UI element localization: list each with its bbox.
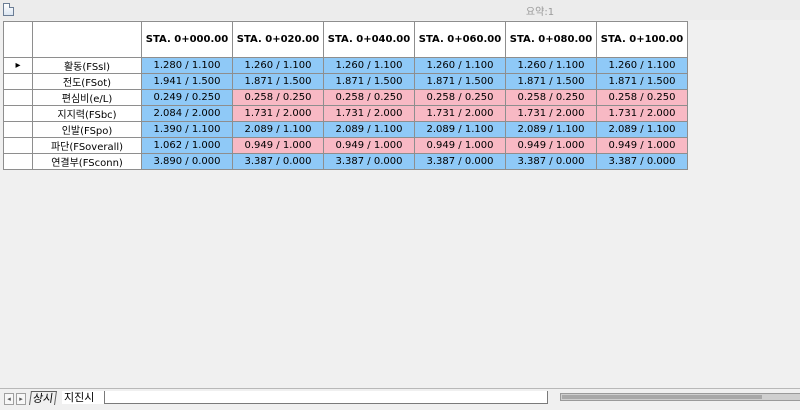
row-label: 편심비(e/L): [32, 89, 142, 106]
row-selector-header[interactable]: [3, 21, 33, 58]
grid-cell[interactable]: 0.949 / 1.000: [232, 137, 324, 154]
row-selector[interactable]: [3, 137, 33, 154]
grid-cell[interactable]: 1.390 / 1.100: [141, 121, 233, 138]
row-label: 지지력(FSbc): [32, 105, 142, 122]
row-selector[interactable]: [3, 153, 33, 170]
row-selector[interactable]: [3, 105, 33, 122]
grid-cell[interactable]: 2.084 / 2.000: [141, 105, 233, 122]
grid-cell[interactable]: 1.871 / 1.500: [323, 73, 415, 90]
window-title: 요약:1: [525, 7, 555, 18]
grid-cell[interactable]: 1.871 / 1.500: [414, 73, 506, 90]
row-label: 연결부(FSconn): [32, 153, 142, 170]
tab-strip-line: [104, 391, 548, 404]
table-row[interactable]: 전도(FSot) 1.941 / 1.500 1.871 / 1.500 1.871 …: [3, 73, 688, 90]
grid-cell[interactable]: 0.949 / 1.000: [323, 137, 415, 154]
grid-cell[interactable]: 3.387 / 0.000: [414, 153, 506, 170]
tab-scroll-left-icon[interactable]: ◂: [4, 393, 14, 405]
grid-cell[interactable]: 1.731 / 2.000: [414, 105, 506, 122]
grid-cell[interactable]: 0.949 / 1.000: [505, 137, 597, 154]
grid-cell[interactable]: 1.871 / 1.500: [596, 73, 688, 90]
grid-area: STA. 0+000.00 STA. 0+020.00 STA. 0+040.00 S…: [0, 20, 800, 388]
grid-cell[interactable]: 2.089 / 1.100: [323, 121, 415, 138]
row-label: 활동(FSsl): [32, 57, 142, 74]
horizontal-scrollbar-thumb[interactable]: [562, 395, 762, 399]
tab-scroll-right-icon[interactable]: ▸: [16, 393, 26, 405]
grid-cell[interactable]: 3.387 / 0.000: [596, 153, 688, 170]
grid-cell[interactable]: 1.062 / 1.000: [141, 137, 233, 154]
tab-seismic[interactable]: 지진시: [62, 391, 106, 404]
row-label: 전도(FSot): [32, 73, 142, 90]
row-label-header[interactable]: [32, 21, 142, 58]
row-selector[interactable]: [3, 121, 33, 138]
column-header-sta[interactable]: STA. 0+040.00: [323, 21, 415, 58]
row-label: 파단(FSoverall): [32, 137, 142, 154]
row-selector[interactable]: ▸: [3, 57, 33, 74]
grid-cell[interactable]: 1.260 / 1.100: [232, 57, 324, 74]
grid-cell[interactable]: 1.731 / 2.000: [505, 105, 597, 122]
grid-cell[interactable]: 3.387 / 0.000: [232, 153, 324, 170]
grid-cell[interactable]: 0.249 / 0.250: [141, 89, 233, 106]
grid-cell[interactable]: 2.089 / 1.100: [505, 121, 597, 138]
grid-header-row: STA. 0+000.00 STA. 0+020.00 STA. 0+040.00 S…: [3, 21, 688, 58]
grid-cell[interactable]: 0.258 / 0.250: [596, 89, 688, 106]
grid-cell[interactable]: 3.387 / 0.000: [323, 153, 415, 170]
table-row[interactable]: 파단(FSoverall) 1.062 / 1.000 0.949 / 1.000 0…: [3, 137, 688, 154]
tab-normal[interactable]: 상시: [29, 391, 58, 405]
column-header-sta[interactable]: STA. 0+000.00: [141, 21, 233, 58]
grid-cell[interactable]: 1.731 / 2.000: [232, 105, 324, 122]
grid-cell[interactable]: 0.258 / 0.250: [414, 89, 506, 106]
table-row[interactable]: 연결부(FSconn) 3.890 / 0.000 3.387 / 0.000 3.3…: [3, 153, 688, 170]
grid-cell[interactable]: 2.089 / 1.100: [414, 121, 506, 138]
grid-cell[interactable]: 1.731 / 2.000: [596, 105, 688, 122]
grid-cell[interactable]: 0.258 / 0.250: [323, 89, 415, 106]
grid-cell[interactable]: 3.890 / 0.000: [141, 153, 233, 170]
column-header-sta[interactable]: STA. 0+100.00: [596, 21, 688, 58]
grid-cell[interactable]: 1.260 / 1.100: [323, 57, 415, 74]
row-selector[interactable]: [3, 89, 33, 106]
table-row[interactable]: 편심비(e/L) 0.249 / 0.250 0.258 / 0.250 0.258 …: [3, 89, 688, 106]
current-row-marker-icon: ▸: [15, 60, 21, 71]
row-selector[interactable]: [3, 73, 33, 90]
window-titlebar: 요약:1: [0, 0, 800, 21]
grid-cell[interactable]: 0.258 / 0.250: [505, 89, 597, 106]
grid-cell[interactable]: 1.260 / 1.100: [505, 57, 597, 74]
grid-cell[interactable]: 0.258 / 0.250: [232, 89, 324, 106]
grid-cell[interactable]: 0.949 / 1.000: [414, 137, 506, 154]
sheet-tab-bar: ◂ ▸ 상시 지진시: [0, 388, 800, 410]
column-header-sta[interactable]: STA. 0+020.00: [232, 21, 324, 58]
column-header-sta[interactable]: STA. 0+080.00: [505, 21, 597, 58]
grid-cell[interactable]: 1.871 / 1.500: [505, 73, 597, 90]
grid-cell[interactable]: 2.089 / 1.100: [232, 121, 324, 138]
grid-cell[interactable]: 1.260 / 1.100: [596, 57, 688, 74]
horizontal-scrollbar[interactable]: [560, 393, 800, 401]
grid-cell[interactable]: 3.387 / 0.000: [505, 153, 597, 170]
column-header-sta[interactable]: STA. 0+060.00: [414, 21, 506, 58]
table-row[interactable]: ▸ 활동(FSsl) 1.280 / 1.100 1.260 / 1.100 1.260…: [3, 57, 688, 74]
grid-cell[interactable]: 1.280 / 1.100: [141, 57, 233, 74]
row-label: 인발(FSpo): [32, 121, 142, 138]
grid-cell[interactable]: 1.941 / 1.500: [141, 73, 233, 90]
grid-cell[interactable]: 1.260 / 1.100: [414, 57, 506, 74]
table-row[interactable]: 지지력(FSbc) 2.084 / 2.000 1.731 / 2.000 1.731…: [3, 105, 688, 122]
grid-cell[interactable]: 1.871 / 1.500: [232, 73, 324, 90]
grid-cell[interactable]: 1.731 / 2.000: [323, 105, 415, 122]
grid-cell[interactable]: 2.089 / 1.100: [596, 121, 688, 138]
table-row[interactable]: 인발(FSpo) 1.390 / 1.100 2.089 / 1.100 2.089 …: [3, 121, 688, 138]
grid-cell[interactable]: 0.949 / 1.000: [596, 137, 688, 154]
summary-grid: STA. 0+000.00 STA. 0+020.00 STA. 0+040.00 S…: [3, 21, 688, 170]
